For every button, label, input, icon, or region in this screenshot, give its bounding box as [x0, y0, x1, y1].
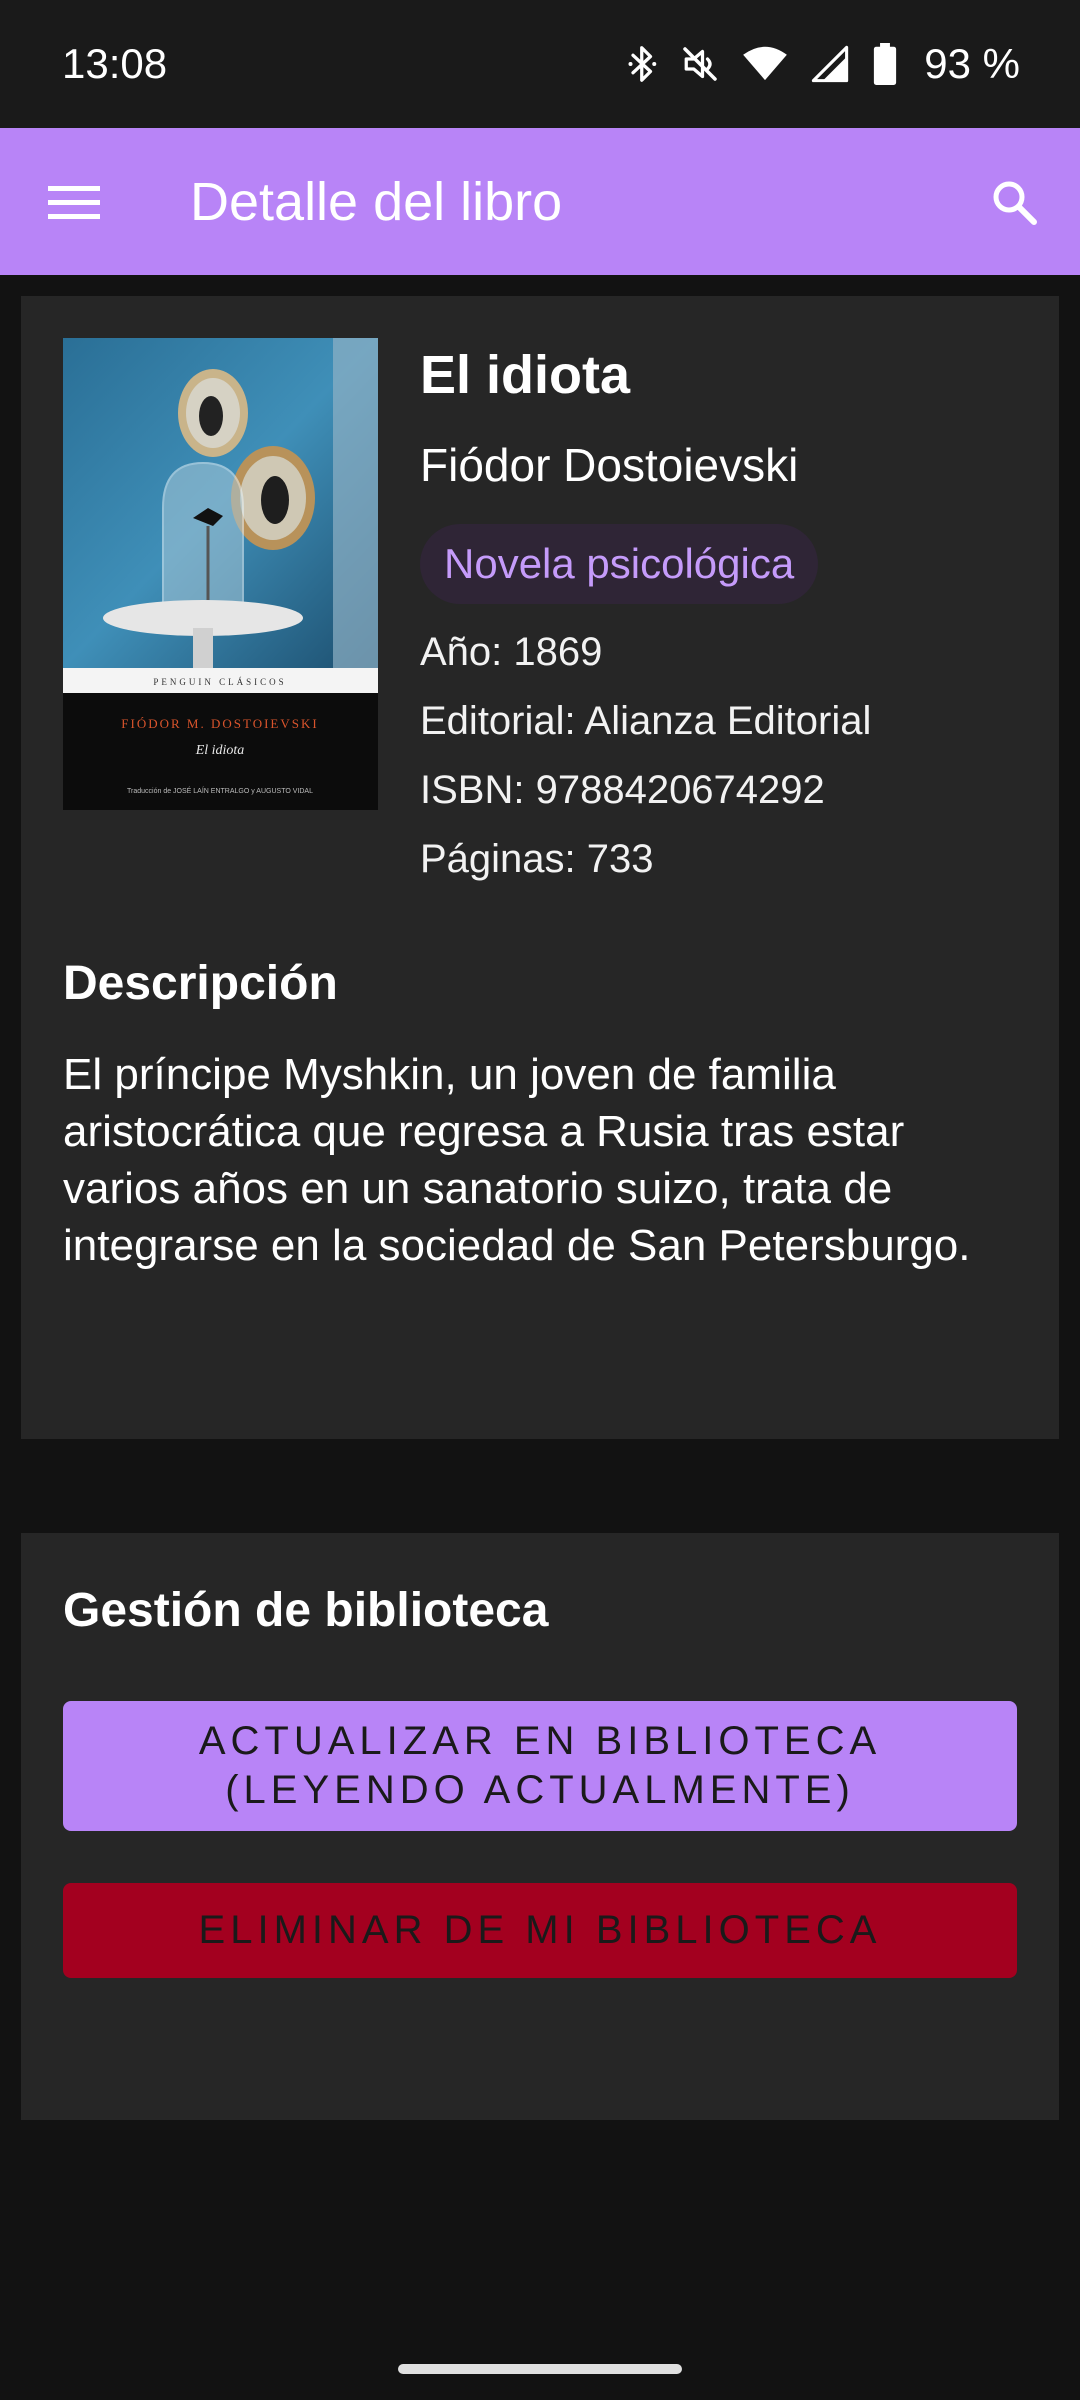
home-indicator[interactable] — [398, 2364, 682, 2374]
battery-icon — [872, 43, 898, 85]
genre-chip: Novela psicológica — [420, 524, 819, 604]
menu-icon — [48, 185, 100, 219]
cover-credits: Traducción de JOSÉ LAÍN ENTRALGO y AUGUS… — [127, 786, 313, 795]
library-management-card: Gestión de biblioteca ACTUALIZAR EN BIBL… — [21, 1533, 1059, 2120]
app-bar: Detalle del libro — [0, 128, 1080, 275]
cover-series: PENGUIN CLÁSICOS — [153, 677, 286, 687]
mute-icon — [680, 44, 720, 84]
status-icons: 93 % — [628, 40, 1020, 88]
bluetooth-icon — [628, 44, 658, 84]
cover-title: El idiota — [195, 743, 245, 758]
delete-from-library-button[interactable]: ELIMINAR DE MI BIBLIOTECA — [63, 1883, 1017, 1978]
book-publisher: Editorial: Alianza Editorial — [420, 699, 872, 743]
update-in-library-button[interactable]: ACTUALIZAR EN BIBLIOTECA (LEYENDO ACTUAL… — [63, 1701, 1017, 1831]
book-detail-card: PENGUIN CLÁSICOS FIÓDOR M. DOSTOIEVSKI E… — [21, 296, 1059, 1439]
menu-button[interactable] — [46, 174, 102, 230]
status-bar: 13:08 93 % — [0, 0, 1080, 128]
battery-percent: 93 % — [924, 40, 1020, 87]
description-text: El príncipe Myshkin, un joven de familia… — [63, 1050, 971, 1270]
book-isbn: ISBN: 9788420674292 — [420, 768, 825, 812]
page-title: Detalle del libro — [190, 171, 563, 232]
book-author: Fiódor Dostoievski — [420, 439, 799, 491]
wifi-icon — [742, 45, 788, 83]
cover-author: FIÓDOR M. DOSTOIEVSKI — [121, 716, 318, 731]
search-button[interactable] — [984, 172, 1044, 232]
signal-icon — [810, 45, 850, 83]
description-heading: Descripción — [63, 957, 338, 1010]
book-title: El idiota — [420, 345, 631, 405]
search-icon — [993, 181, 1037, 225]
status-time: 13:08 — [62, 40, 168, 87]
management-heading: Gestión de biblioteca — [63, 1584, 549, 1637]
book-pages: Páginas: 733 — [420, 837, 654, 881]
book-year: Año: 1869 — [420, 630, 603, 674]
book-cover-image: PENGUIN CLÁSICOS FIÓDOR M. DOSTOIEVSKI E… — [63, 338, 378, 810]
